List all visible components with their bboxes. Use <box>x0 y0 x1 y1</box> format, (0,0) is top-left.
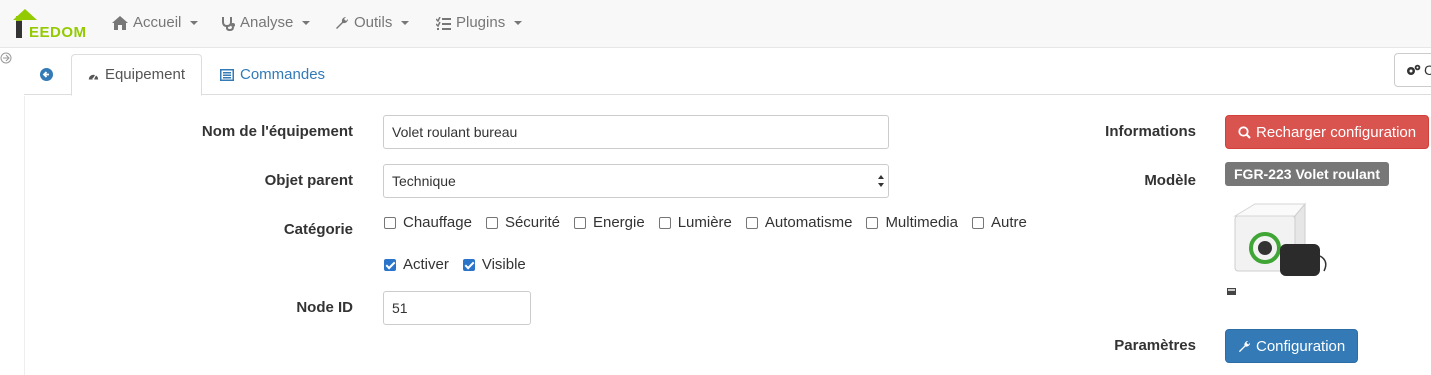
checkbox[interactable] <box>573 216 586 229</box>
checkbox-checked[interactable] <box>384 258 396 271</box>
search-icon <box>1238 125 1251 139</box>
model-badge: FGR-223 Volet roulant <box>1225 162 1389 186</box>
node-id-label: Node ID <box>296 299 353 316</box>
checkbox[interactable] <box>485 216 498 229</box>
informations-label: Informations <box>1105 123 1196 140</box>
tab-commandes[interactable]: Commandes <box>204 54 341 95</box>
device-image <box>1227 202 1327 295</box>
visible-checkbox[interactable]: Visible <box>462 256 526 273</box>
checkbox[interactable] <box>971 216 984 229</box>
nav-plugins-label: Plugins <box>456 14 506 31</box>
chevron-down-icon <box>190 21 199 25</box>
nav-accueil[interactable]: Accueil <box>112 0 199 46</box>
arrow-circle-left-icon <box>40 68 53 81</box>
model-label: Modèle <box>1144 172 1196 189</box>
activer-checkbox[interactable]: Activer <box>384 256 449 273</box>
nav-analyse[interactable]: Analyse <box>221 0 311 46</box>
equipment-name-input[interactable]: Volet roulant bureau <box>383 115 889 149</box>
category-checkboxes: Chauffage Sécurité Energie Lumière Autom… <box>384 214 1041 231</box>
parent-label: Objet parent <box>264 172 353 189</box>
nav-analyse-label: Analyse <box>240 14 294 31</box>
wrench-icon <box>1238 340 1251 352</box>
tab-commandes-label: Commandes <box>240 65 326 83</box>
brand-name: EEDOM <box>29 24 87 41</box>
chevron-down-icon <box>514 21 523 25</box>
category-securite[interactable]: Sécurité <box>485 214 560 231</box>
category-chauffage[interactable]: Chauffage <box>384 214 472 231</box>
parent-object-select[interactable]: Technique <box>383 164 889 198</box>
chevron-down-icon <box>302 21 311 25</box>
nav-outils[interactable]: Outils <box>335 0 410 46</box>
status-checkboxes: Activer Visible <box>384 256 540 273</box>
list-alt-icon <box>220 68 234 81</box>
parent-object-value: Technique <box>392 173 456 189</box>
node-id-input[interactable]: 51 <box>383 291 531 325</box>
nav-outils-label: Outils <box>354 14 393 31</box>
configuration-label: Configuration <box>1256 337 1346 355</box>
home-icon <box>112 16 128 30</box>
tab-back[interactable] <box>24 54 69 95</box>
reload-configuration-label: Recharger configuration <box>1256 123 1417 141</box>
stethoscope-icon <box>222 16 235 31</box>
checkbox[interactable] <box>745 216 758 229</box>
configuration-button[interactable]: Configuration <box>1225 329 1359 363</box>
checkbox[interactable] <box>384 216 396 229</box>
jeedom-logo[interactable]: EEDOM <box>12 6 90 42</box>
category-lumiere[interactable]: Lumière <box>658 214 732 231</box>
category-multimedia[interactable]: Multimedia <box>866 214 958 231</box>
category-autre[interactable]: Autre <box>971 214 1027 231</box>
checkbox[interactable] <box>658 216 671 229</box>
category-label: Catégorie <box>283 221 353 238</box>
checkbox-checked[interactable] <box>462 258 475 271</box>
reload-configuration-button[interactable]: Recharger configuration <box>1225 115 1430 149</box>
name-label: Nom de l'équipement <box>201 123 353 140</box>
sidebar-divider <box>24 96 25 375</box>
sidebar-toggle-icon[interactable] <box>0 52 12 64</box>
tachometer-icon <box>88 73 99 80</box>
configuration-avancee-label: C <box>1424 62 1431 78</box>
chevron-down-icon <box>401 21 410 25</box>
parametres-label: Paramètres <box>1114 337 1196 354</box>
nav-plugins[interactable]: Plugins <box>436 0 523 46</box>
configuration-avancee-button[interactable]: C <box>1394 53 1431 87</box>
cogs-icon <box>1407 64 1421 75</box>
wrench-icon <box>336 16 349 29</box>
category-energie[interactable]: Energie <box>573 214 645 231</box>
tasks-icon <box>436 16 451 30</box>
top-navbar: EEDOM Accueil Analyse Outils Plugins <box>0 0 1431 48</box>
nav-accueil-label: Accueil <box>133 14 182 31</box>
select-arrows-icon <box>878 175 884 187</box>
checkbox[interactable] <box>866 216 879 229</box>
tab-equipement[interactable]: Equipement <box>71 54 202 96</box>
tab-equipement-label: Equipement <box>104 66 185 83</box>
category-automatisme[interactable]: Automatisme <box>745 214 852 231</box>
